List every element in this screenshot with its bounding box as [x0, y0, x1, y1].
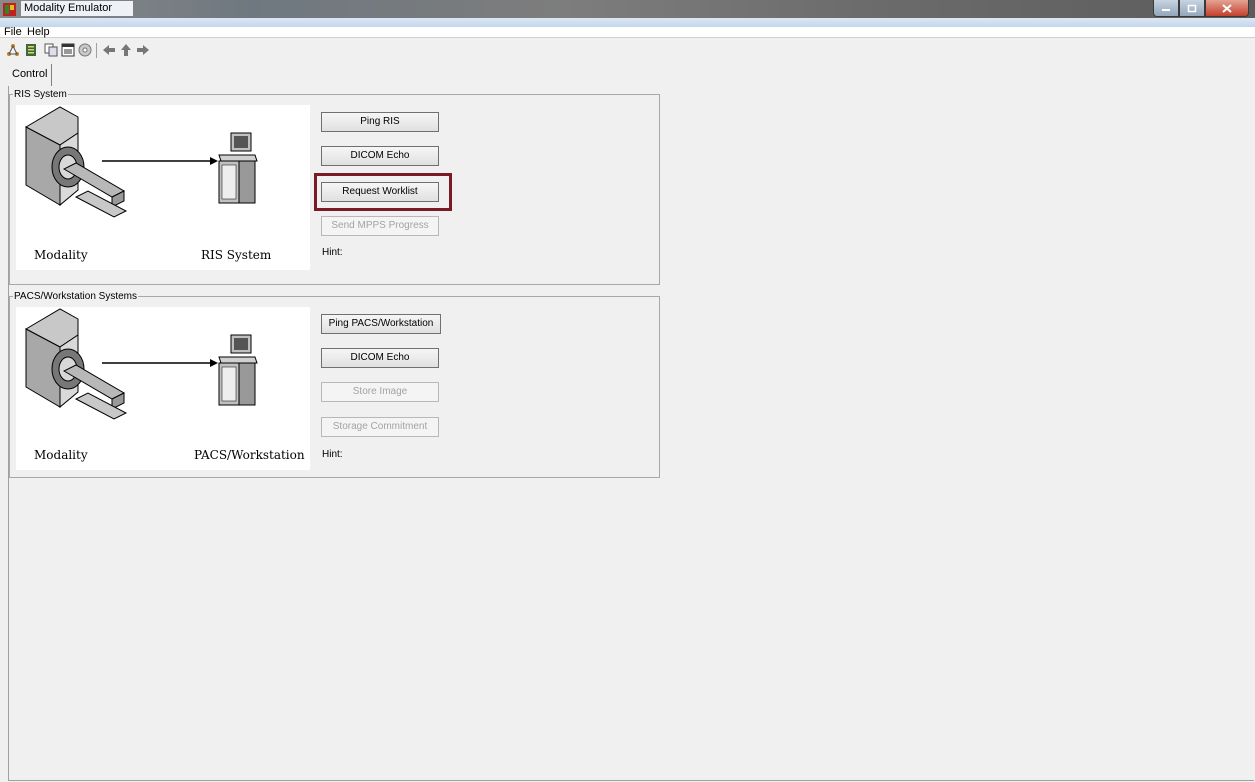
storage-commitment-button[interactable]: Storage Commitment	[321, 417, 439, 437]
tab-control[interactable]: Control	[8, 64, 53, 86]
arrow-up-icon[interactable]	[119, 43, 133, 57]
menu-bar: File Help	[0, 18, 1255, 38]
pacs-hint-label: Hint:	[322, 449, 343, 460]
window-icon[interactable]	[61, 43, 75, 57]
menu-file[interactable]: File	[4, 26, 22, 38]
request-worklist-button[interactable]: Request Worklist	[321, 182, 439, 202]
ris-diagram: Modality RIS System	[16, 105, 310, 270]
pacs-diagram-graphic	[24, 308, 258, 420]
pacs-dicom-echo-button[interactable]: DICOM Echo	[321, 348, 439, 368]
pacs-workstation-label: PACS/Workstation	[194, 448, 305, 462]
ris-dicom-echo-button[interactable]: DICOM Echo	[321, 146, 439, 166]
menu-help[interactable]: Help	[27, 26, 50, 38]
ping-ris-button[interactable]: Ping RIS	[321, 112, 439, 132]
ris-modality-label: Modality	[34, 248, 88, 262]
ris-diagram-graphic	[24, 106, 258, 218]
app-icon	[3, 3, 16, 16]
toolbar	[0, 40, 1255, 62]
window-title: Modality Emulator	[21, 1, 133, 16]
close-icon	[1222, 3, 1232, 13]
ris-workstation-icon	[218, 132, 258, 204]
copy-icon[interactable]	[44, 43, 58, 57]
maximize-button[interactable]	[1179, 0, 1205, 17]
store-image-button[interactable]: Store Image	[321, 382, 439, 402]
network-icon[interactable]	[6, 43, 20, 57]
menu-strip	[0, 18, 1255, 27]
ris-system-label: RIS System	[201, 248, 272, 262]
title-bar: Modality Emulator	[0, 0, 1255, 18]
pacs-diagram: Modality PACS/Workstation	[16, 307, 310, 470]
pacs-group-label: PACS/Workstation Systems	[14, 291, 137, 302]
ping-pacs-button[interactable]: Ping PACS/Workstation	[321, 314, 441, 334]
arrow-left-icon[interactable]	[102, 43, 116, 57]
ris-hint-label: Hint:	[322, 247, 343, 258]
minimize-button[interactable]	[1153, 0, 1179, 17]
pacs-workstation-icon	[218, 334, 258, 406]
disc-icon[interactable]	[78, 43, 92, 57]
modality-scanner-icon	[24, 308, 128, 420]
close-button[interactable]	[1205, 0, 1249, 17]
notebook-icon[interactable]	[24, 43, 38, 57]
maximize-icon	[1187, 4, 1197, 12]
modality-scanner-icon	[24, 106, 128, 218]
arrow-right-icon[interactable]	[136, 43, 150, 57]
minimize-icon	[1162, 9, 1170, 11]
toolbar-separator	[96, 43, 97, 58]
pacs-modality-label: Modality	[34, 448, 88, 462]
ris-group-label: RIS System	[14, 89, 67, 100]
send-mpps-progress-button[interactable]: Send MPPS Progress	[321, 216, 439, 236]
